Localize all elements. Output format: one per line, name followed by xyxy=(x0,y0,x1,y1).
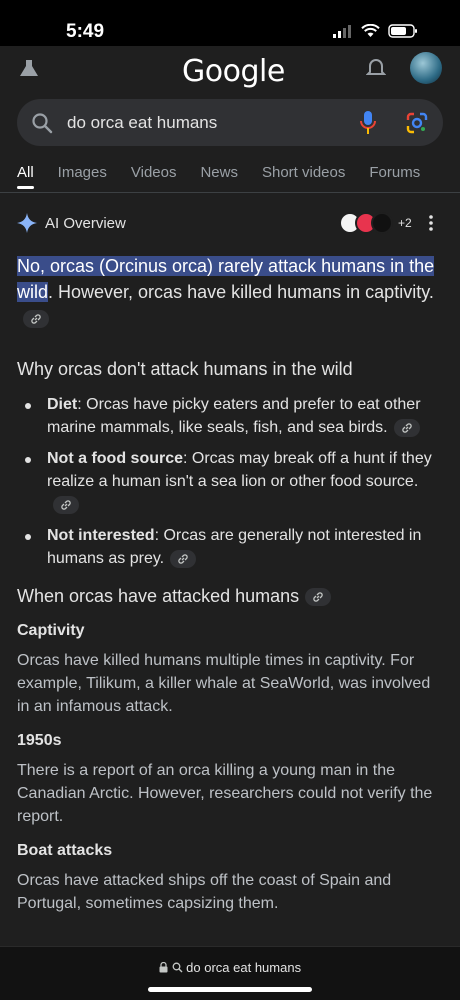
tab-forums[interactable]: Forums xyxy=(369,164,420,181)
ai-overview-title: AI Overview xyxy=(45,214,126,232)
microphone-icon[interactable] xyxy=(359,110,377,136)
tab-videos[interactable]: Videos xyxy=(131,164,177,181)
google-logo[interactable]: Google xyxy=(182,54,285,89)
section-heading-text: When orcas have attacked humans xyxy=(17,586,300,606)
account-avatar[interactable] xyxy=(410,52,442,84)
ai-overview-header: AI Overview xyxy=(17,213,126,233)
browser-bottom-bar: do orca eat humans xyxy=(0,946,460,1000)
subsection-text: Orcas have attacked ships off the coast … xyxy=(17,872,392,912)
address-bar-text: do orca eat humans xyxy=(186,960,302,975)
link-icon xyxy=(313,592,323,602)
link-icon xyxy=(61,500,71,510)
citation-link-chip[interactable] xyxy=(23,310,49,329)
reasons-list: Diet: Orcas have picky eaters and prefer… xyxy=(17,393,442,570)
list-item: Not interested: Orcas are generally not … xyxy=(17,524,442,570)
lead-text: . However, orcas have killed humans in c… xyxy=(48,282,434,302)
subsection-title: 1950s xyxy=(17,732,62,749)
more-options-icon[interactable] xyxy=(428,214,434,232)
citation-link-chip[interactable] xyxy=(53,495,79,514)
search-input[interactable]: do orca eat humans xyxy=(67,113,217,133)
sources-more-count: +2 xyxy=(398,216,412,230)
gemini-sparkle-icon xyxy=(17,213,37,233)
link-icon xyxy=(31,314,41,324)
citation-link-chip[interactable] xyxy=(305,588,332,607)
top-bar: Google xyxy=(0,46,460,90)
link-icon xyxy=(401,423,412,433)
citation-link-chip[interactable] xyxy=(393,418,420,437)
subsection-text: There is a report of an orca killing a y… xyxy=(17,762,433,825)
ai-overview-lead: No, orcas (Orcinus orca) rarely attack h… xyxy=(17,253,442,331)
tab-news[interactable]: News xyxy=(200,164,238,181)
cellular-signal-icon xyxy=(333,24,351,38)
address-bar[interactable]: do orca eat humans xyxy=(0,960,460,975)
home-indicator[interactable] xyxy=(148,987,312,992)
subsection-text: Orcas have killed humans multiple times … xyxy=(17,652,431,715)
notifications-bell-icon[interactable] xyxy=(366,58,386,80)
list-item-term: Diet xyxy=(47,396,78,413)
lock-icon xyxy=(159,961,168,973)
subsection-title: Boat attacks xyxy=(17,842,113,859)
tab-all[interactable]: All xyxy=(17,164,34,189)
list-item: Diet: Orcas have picky eaters and prefer… xyxy=(17,393,442,439)
list-item-text: : Orcas have picky eaters and prefer to … xyxy=(47,396,421,436)
list-item: Not a food source: Orcas may break off a… xyxy=(17,447,442,516)
search-small-icon xyxy=(172,962,183,973)
link-icon xyxy=(178,554,188,564)
list-item-term: Not a food source xyxy=(47,450,184,467)
google-lens-icon[interactable] xyxy=(405,111,429,135)
section-heading: When orcas have attacked humans xyxy=(17,584,442,608)
tab-short-videos[interactable]: Short videos xyxy=(262,164,345,181)
tabs-divider xyxy=(0,192,460,193)
subsection-title: Captivity xyxy=(17,622,85,639)
list-item-term: Not interested xyxy=(47,527,155,544)
search-box[interactable]: do orca eat humans xyxy=(17,99,443,146)
labs-flask-icon[interactable] xyxy=(18,60,40,76)
status-time: 5:49 xyxy=(66,21,105,42)
wifi-icon xyxy=(361,24,380,37)
ai-overview-content: No, orcas (Orcinus orca) rarely attack h… xyxy=(17,253,442,915)
section-heading: Why orcas don't attack humans in the wil… xyxy=(17,359,353,379)
citation-link-chip[interactable] xyxy=(170,549,197,568)
search-icon xyxy=(32,113,53,134)
tab-images[interactable]: Images xyxy=(58,164,107,181)
battery-icon xyxy=(388,24,417,38)
status-icons xyxy=(333,24,418,38)
search-tabs: All Images Videos News Short videos Foru… xyxy=(17,164,420,189)
ai-overview-sources[interactable]: +2 xyxy=(339,212,412,234)
source-favicon xyxy=(371,212,393,234)
